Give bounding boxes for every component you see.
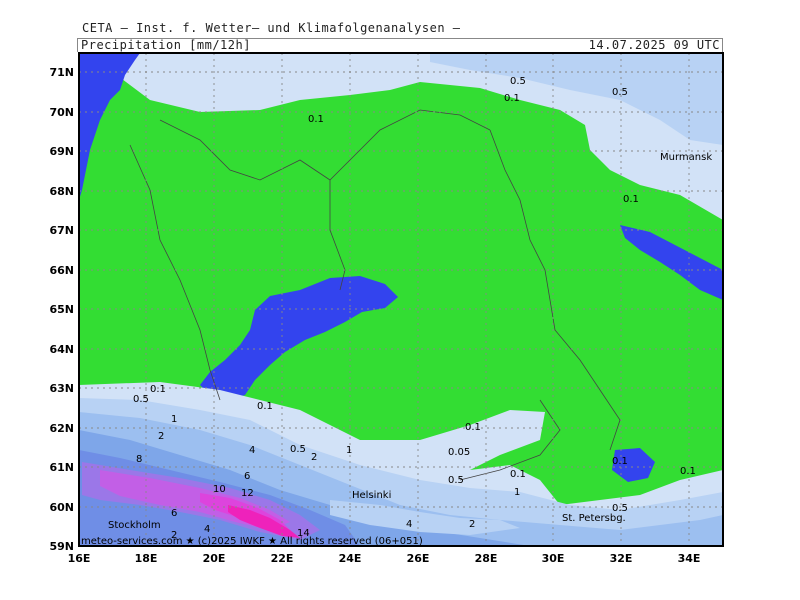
longitude-labels: 16E 18E 20E 22E 24E 26E 28E 30E 32E 34E <box>68 552 701 565</box>
contour-label: 4 <box>204 524 210 535</box>
lat-label: 68N <box>49 185 74 198</box>
contour-label: 0.1 <box>680 466 696 477</box>
contour-label: 0.5 <box>612 87 628 98</box>
contour-label: 0.1 <box>504 93 520 104</box>
lat-label: 69N <box>49 145 74 158</box>
lon-label: 18E <box>135 552 158 565</box>
contour-label: 0.5 <box>290 444 306 455</box>
contour-label: 0.1 <box>623 194 639 205</box>
lat-label: 60N <box>49 501 74 514</box>
contour-label: 0.1 <box>308 114 324 125</box>
lat-label: 70N <box>49 106 74 119</box>
contour-label: 6 <box>244 471 250 482</box>
lon-label: 34E <box>678 552 701 565</box>
lat-label: 62N <box>49 422 74 435</box>
lon-label: 22E <box>271 552 294 565</box>
contour-label: 2 <box>469 519 475 530</box>
contour-label: 8 <box>136 454 142 465</box>
contour-label: 0.1 <box>257 401 273 412</box>
lon-label: 30E <box>542 552 565 565</box>
lon-label: 32E <box>610 552 633 565</box>
lon-label: 20E <box>203 552 226 565</box>
contour-label: 0.5 <box>448 475 464 486</box>
lon-label: 28E <box>475 552 498 565</box>
lat-label: 67N <box>49 224 74 237</box>
lon-label: 26E <box>407 552 430 565</box>
latitude-labels: 71N 70N 69N 68N 67N 66N 65N 64N 63N 62N … <box>49 66 74 553</box>
city-label-stockholm: Stockholm <box>108 520 161 531</box>
contour-label: 4 <box>406 519 412 530</box>
contour-label: 0.1 <box>150 384 166 395</box>
contour-label: 0.1 <box>510 469 526 480</box>
city-label-helsinki: Helsinki <box>352 490 391 501</box>
contour-label: 1 <box>346 445 352 456</box>
lat-label: 66N <box>49 264 74 277</box>
contour-label: 10 <box>213 484 226 495</box>
precipitation-map: 71N 70N 69N 68N 67N 66N 65N 64N 63N 62N … <box>49 52 724 565</box>
lon-label: 16E <box>68 552 91 565</box>
contour-label: 0.1 <box>465 422 481 433</box>
contour-label: 0.5 <box>510 76 526 87</box>
contour-label: 1 <box>514 487 520 498</box>
lon-label: 24E <box>339 552 362 565</box>
city-label-st-petersburg: St. Petersbg. <box>562 513 626 524</box>
contour-label: 1 <box>171 414 177 425</box>
contour-label: 2 <box>158 431 164 442</box>
contour-label: 12 <box>241 488 254 499</box>
map-plot-area <box>79 53 723 546</box>
contour-label: 4 <box>249 445 255 456</box>
lat-label: 64N <box>49 343 74 356</box>
lat-label: 65N <box>49 303 74 316</box>
contour-label: 0.1 <box>612 456 628 467</box>
city-label-murmansk: Murmansk <box>660 152 712 163</box>
lat-label: 63N <box>49 382 74 395</box>
contour-label: 2 <box>311 452 317 463</box>
lat-label: 61N <box>49 461 74 474</box>
copyright-footer: meteo-services.com ★ (c)2025 IWKF ★ All … <box>81 536 423 547</box>
contour-label: 0.5 <box>133 394 149 405</box>
contour-label: 0.05 <box>448 447 470 458</box>
lat-label: 71N <box>49 66 74 79</box>
contour-label: 6 <box>171 508 177 519</box>
contour-label: 0.5 <box>612 503 628 514</box>
